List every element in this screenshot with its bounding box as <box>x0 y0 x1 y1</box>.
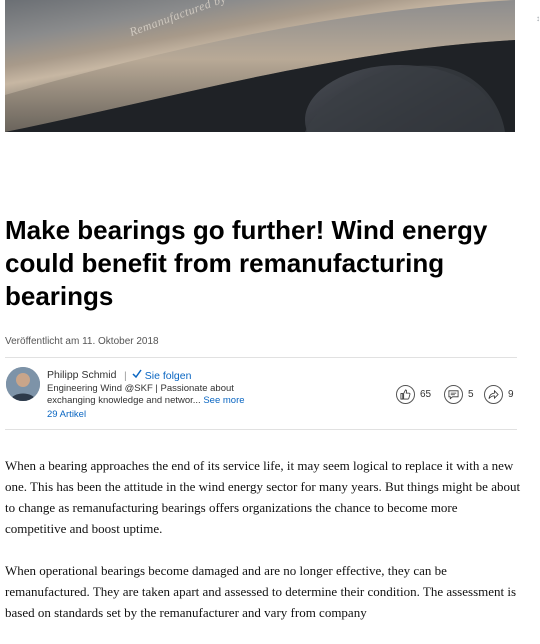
check-icon <box>132 369 142 382</box>
divider-bottom <box>5 429 517 430</box>
article-title: Make bearings go further! Wind energy co… <box>5 215 488 311</box>
scroll-indicator: ↕ <box>536 14 540 23</box>
author-name[interactable]: Philipp Schmid <box>47 369 116 381</box>
hero-image: Remanufactured by <box>5 0 515 132</box>
comments-stat[interactable]: 5 <box>444 385 474 404</box>
separator: | <box>124 369 127 382</box>
author-bio: Engineering Wind @SKF | Passionate about… <box>47 383 277 407</box>
see-more-link[interactable]: See more <box>203 395 244 406</box>
likes-stat[interactable]: 65 <box>396 385 431 404</box>
paragraph-2: When operational bearings become damaged… <box>5 563 517 620</box>
follow-label: Sie folgen <box>144 369 192 382</box>
paragraph-1: When a bearing approaches the end of its… <box>5 458 521 536</box>
comment-icon[interactable] <box>444 385 463 404</box>
divider-top <box>5 357 517 358</box>
shares-count: 9 <box>508 389 514 400</box>
shares-stat[interactable]: 9 <box>484 385 514 404</box>
comments-count: 5 <box>468 389 474 400</box>
share-icon[interactable] <box>484 385 503 404</box>
author-avatar[interactable] <box>6 367 40 401</box>
article-body: When a bearing approaches the end of its… <box>5 455 521 644</box>
published-date: Veröffentlicht am 11. Oktober 2018 <box>5 336 159 347</box>
author-articles-count[interactable]: 29 Artikel <box>47 409 86 420</box>
bearing-illustration <box>5 0 515 132</box>
thumbs-up-icon[interactable] <box>396 385 415 404</box>
follow-status[interactable]: | Sie folgen <box>124 369 191 382</box>
likes-count: 65 <box>420 389 432 400</box>
